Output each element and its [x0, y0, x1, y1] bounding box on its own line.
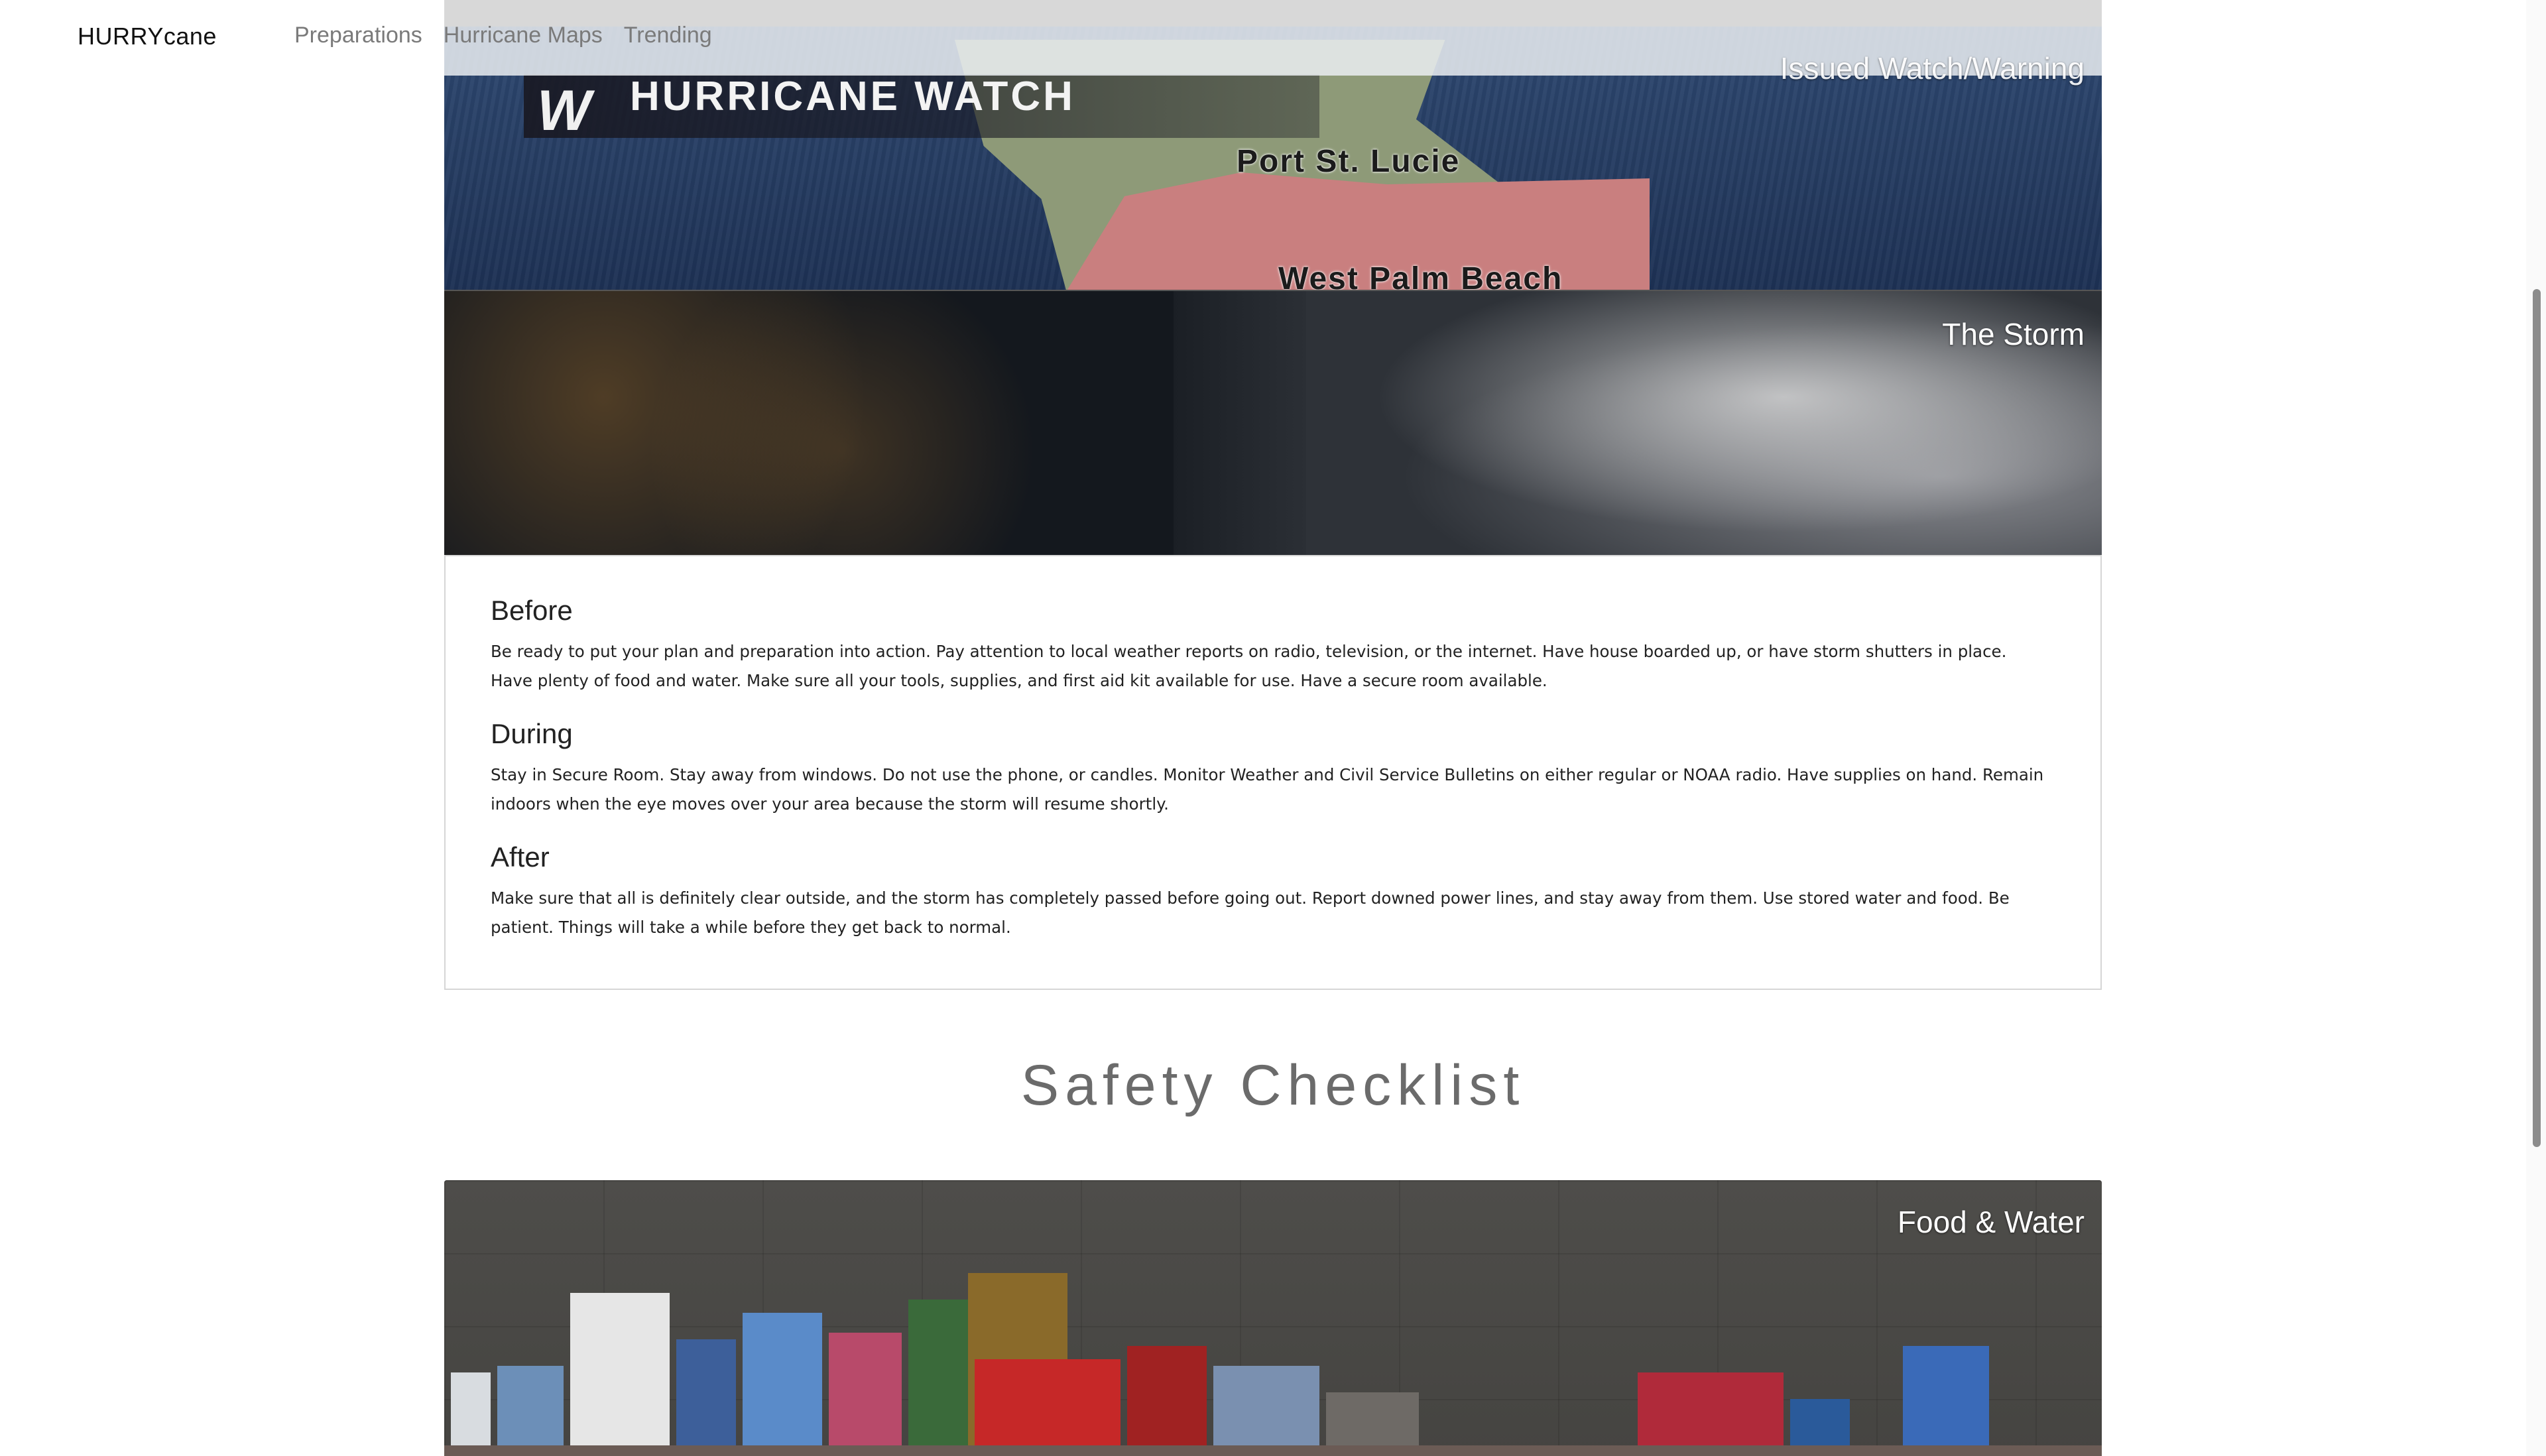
night-lights-image [444, 291, 1240, 556]
pantry-shelf [444, 1445, 2102, 1456]
pantry-item [451, 1372, 491, 1445]
text-before: Be ready to put your plan and preparatio… [491, 642, 2007, 690]
heading-before: Before [491, 595, 573, 626]
pantry-item [1638, 1372, 1784, 1445]
food-water-banner[interactable]: Food & Water [444, 1180, 2102, 1456]
brand-logo[interactable]: HURRYcane [78, 23, 217, 50]
pantry-item [497, 1366, 564, 1445]
nav-link-preparations[interactable]: Preparations [294, 23, 422, 48]
pantry-item [1127, 1346, 1207, 1445]
station-logo: W [537, 79, 591, 143]
safety-checklist-title: Safety Checklist [1020, 1054, 1526, 1117]
pantry-item [570, 1293, 670, 1445]
pantry-item [1790, 1399, 1850, 1445]
storm-info-card: Before Be ready to put your plan and pre… [444, 555, 2102, 990]
pantry-item [1213, 1366, 1319, 1445]
pantry-item [676, 1339, 736, 1445]
page-scrollbar[interactable] [2526, 0, 2546, 1456]
nav-links: Preparations Hurricane Maps Trending [294, 23, 712, 48]
heading-after: After [491, 841, 550, 873]
scrollbar-thumb[interactable] [2533, 289, 2541, 1147]
map-title: HURRICANE WATCH [630, 74, 1075, 119]
banner-caption-food: Food & Water [1897, 1205, 2085, 1239]
text-during: Stay in Secure Room. Stay away from wind… [491, 765, 2044, 814]
pantry-item [743, 1313, 822, 1445]
nav-link-trending[interactable]: Trending [624, 23, 712, 48]
text-after: Make sure that all is definitely clear o… [491, 888, 2010, 937]
pantry-item [1326, 1392, 1419, 1445]
pantry-item [829, 1333, 902, 1445]
storm-banner[interactable]: The Storm [444, 290, 2102, 556]
top-navbar: HURRYcane Preparations Hurricane Maps Tr… [0, 0, 2546, 76]
pantry-item [1903, 1346, 1989, 1445]
nav-link-hurricane-maps[interactable]: Hurricane Maps [444, 23, 603, 48]
pantry-item [975, 1359, 1121, 1445]
city-label-west-palm-beach: West Palm Beach [1278, 261, 1563, 290]
heading-during: During [491, 718, 573, 749]
city-label-port-st-lucie: Port St. Lucie [1237, 144, 1461, 179]
banner-caption-storm: The Storm [1942, 317, 2085, 351]
